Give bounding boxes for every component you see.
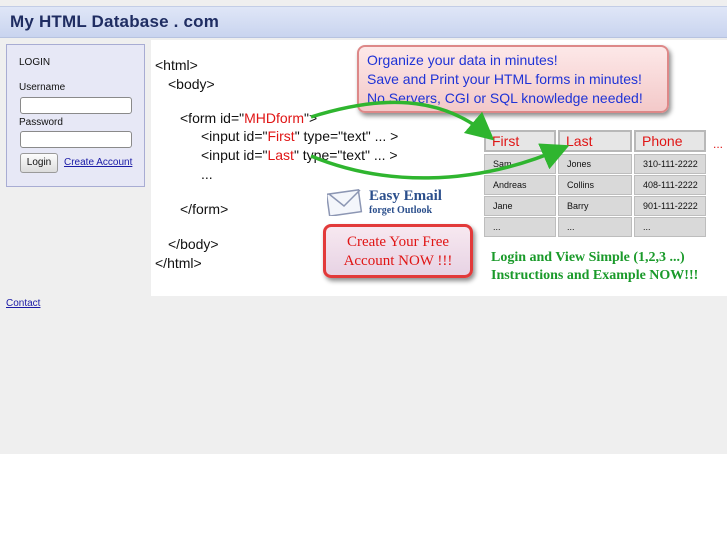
password-input[interactable]	[20, 131, 132, 148]
username-input[interactable]	[20, 97, 132, 114]
login-panel: LOGIN Username Password Login Create Acc…	[6, 44, 145, 187]
instructions-line: Login and View Simple (1,2,3 ...)	[491, 250, 685, 265]
promo-banner[interactable]: <html> <body> <form id="MHDform"> <input…	[151, 40, 727, 296]
login-button[interactable]: Login	[20, 153, 58, 173]
login-title: LOGIN	[19, 57, 51, 68]
create-account-cta[interactable]: Create Your Free Account NOW !!!	[323, 224, 473, 278]
cta-line: Create Your Free	[346, 234, 450, 250]
contact-link[interactable]: Contact	[6, 298, 40, 309]
instructions-line: Instructions and Example NOW!!!	[491, 268, 699, 283]
site-title: My HTML Database . com	[10, 12, 220, 31]
envelope-icon	[327, 189, 363, 216]
arrow-first	[310, 100, 495, 141]
create-account-link[interactable]: Create Account	[64, 157, 132, 168]
password-label: Password	[19, 117, 63, 128]
site-header: My HTML Database . com	[0, 6, 727, 38]
cta-line: Account NOW !!!	[343, 253, 453, 269]
email-title: Easy Email	[369, 188, 442, 204]
username-label: Username	[19, 82, 66, 93]
email-subtitle: forget Outlook	[369, 205, 433, 216]
arrow-last	[310, 143, 570, 180]
